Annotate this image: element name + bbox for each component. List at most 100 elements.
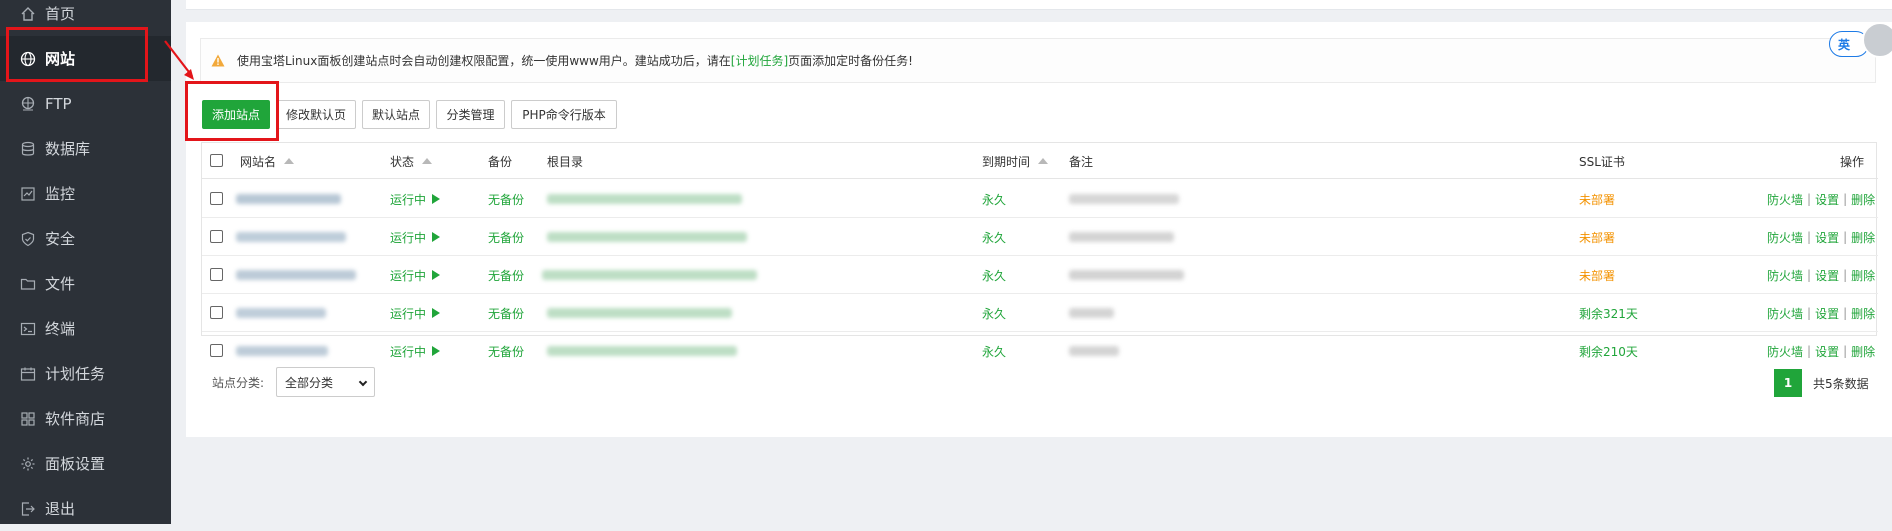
status-running[interactable]: 运行中: [390, 332, 441, 370]
header-expiry[interactable]: 到期时间: [982, 143, 1049, 179]
root-dir-link[interactable]: [547, 194, 742, 204]
root-dir-link[interactable]: [547, 308, 732, 318]
settings-link[interactable]: 设置: [1815, 343, 1839, 360]
expiry-value[interactable]: 永久: [982, 218, 1006, 256]
logout-icon: [21, 501, 35, 516]
highlight-box-website: [6, 27, 148, 82]
play-icon: [432, 194, 441, 204]
sidebar-item-label: 文件: [45, 275, 76, 293]
root-dir-link[interactable]: [547, 232, 747, 242]
site-name-link[interactable]: [236, 232, 346, 242]
category-select[interactable]: 全部分类: [276, 367, 375, 397]
backup-status[interactable]: 无备份: [488, 294, 524, 332]
expiry-value[interactable]: 永久: [982, 256, 1006, 294]
cron-task-link[interactable]: [计划任务]: [731, 52, 788, 69]
sidebar-item-monitor[interactable]: 监控: [0, 171, 171, 216]
category-manage-button[interactable]: 分类管理: [436, 100, 505, 129]
firewall-link[interactable]: 防火墙: [1767, 305, 1803, 322]
status-running[interactable]: 运行中: [390, 180, 441, 218]
page-button-current[interactable]: 1: [1774, 369, 1802, 397]
sidebar-item-cron[interactable]: 计划任务: [0, 351, 171, 396]
site-name-link[interactable]: [236, 194, 341, 204]
backup-status[interactable]: 无备份: [488, 256, 524, 294]
remark-value[interactable]: [1069, 270, 1184, 280]
table-row: 运行中 无备份 永久 剩余321天 防火墙 | 设置 | 删除: [202, 294, 1878, 332]
modify-default-page-button[interactable]: 修改默认页: [276, 100, 356, 129]
sort-icon: [284, 158, 295, 164]
row-checkbox[interactable]: [210, 306, 223, 319]
settings-link[interactable]: 设置: [1815, 267, 1839, 284]
sidebar-item-terminal[interactable]: 终端: [0, 306, 171, 351]
table-footer: 站点分类: 全部分类 1 共5条数据: [202, 367, 1878, 397]
ftp-icon: [21, 96, 35, 111]
status-running[interactable]: 运行中: [390, 294, 441, 332]
site-list-card: 使用宝塔Linux面板创建站点时会自动创建权限配置，统一使用www用户。建站成功…: [185, 22, 1892, 437]
avatar[interactable]: [1862, 22, 1892, 58]
calendar-icon: [20, 367, 36, 381]
ssl-status[interactable]: 未部署: [1579, 256, 1615, 294]
category-label: 站点分类:: [212, 375, 265, 390]
firewall-link[interactable]: 防火墙: [1767, 191, 1803, 208]
sidebar-item-ftp[interactable]: FTP: [0, 81, 171, 126]
row-actions: 防火墙 | 设置 | 删除: [1767, 229, 1876, 246]
php-cli-version-button[interactable]: PHP命令行版本: [511, 100, 617, 129]
site-name-link[interactable]: [236, 270, 356, 280]
row-checkbox[interactable]: [210, 344, 223, 357]
ssl-status[interactable]: 未部署: [1579, 180, 1615, 218]
backup-status[interactable]: 无备份: [488, 218, 524, 256]
expiry-value[interactable]: 永久: [982, 294, 1006, 332]
remark-value[interactable]: [1069, 308, 1114, 318]
root-dir-link[interactable]: [542, 270, 757, 280]
settings-link[interactable]: 设置: [1815, 229, 1839, 246]
sidebar-item-files[interactable]: 文件: [0, 261, 171, 306]
expiry-value[interactable]: 永久: [982, 180, 1006, 218]
header-status[interactable]: 状态: [390, 143, 433, 179]
sidebar-item-security[interactable]: 安全: [0, 216, 171, 261]
sidebar-item-panel-settings[interactable]: 面板设置: [0, 441, 171, 486]
delete-link[interactable]: 删除: [1851, 343, 1875, 360]
sidebar-item-app-store[interactable]: 软件商店: [0, 396, 171, 441]
settings-link[interactable]: 设置: [1815, 305, 1839, 322]
ssl-status[interactable]: 剩余321天: [1579, 294, 1638, 332]
status-running[interactable]: 运行中: [390, 218, 441, 256]
select-all-checkbox[interactable]: [210, 154, 223, 167]
ssl-status[interactable]: 未部署: [1579, 218, 1615, 256]
play-icon: [432, 346, 441, 356]
firewall-link[interactable]: 防火墙: [1767, 229, 1803, 246]
sidebar-item-label: 软件商店: [45, 410, 106, 428]
sidebar-item-logout[interactable]: 退出: [0, 486, 171, 531]
delete-link[interactable]: 删除: [1851, 191, 1875, 208]
row-checkbox[interactable]: [210, 230, 223, 243]
gear-icon: [21, 457, 35, 470]
firewall-link[interactable]: 防火墙: [1767, 267, 1803, 284]
delete-link[interactable]: 删除: [1851, 229, 1875, 246]
status-running[interactable]: 运行中: [390, 256, 441, 294]
annotation-arrow: [164, 40, 194, 80]
ssl-status[interactable]: 剩余210天: [1579, 332, 1638, 370]
site-name-link[interactable]: [236, 346, 328, 356]
settings-link[interactable]: 设置: [1815, 191, 1839, 208]
expiry-value[interactable]: 永久: [982, 332, 1006, 370]
default-site-button[interactable]: 默认站点: [362, 100, 430, 129]
backup-status[interactable]: 无备份: [488, 180, 524, 218]
remark-value[interactable]: [1069, 346, 1119, 356]
folder-icon: [20, 278, 36, 290]
firewall-link[interactable]: 防火墙: [1767, 343, 1803, 360]
remark-value[interactable]: [1069, 232, 1174, 242]
delete-link[interactable]: 删除: [1851, 305, 1875, 322]
row-checkbox[interactable]: [210, 192, 223, 205]
delete-link[interactable]: 删除: [1851, 267, 1875, 284]
notice-text: 使用宝塔Linux面板创建站点时会自动创建权限配置，统一使用www用户。建站成功…: [237, 54, 731, 68]
header-site-name[interactable]: 网站名: [240, 143, 295, 179]
backup-status[interactable]: 无备份: [488, 332, 524, 370]
sidebar-item-database[interactable]: 数据库: [0, 126, 171, 171]
header-root-dir: 根目录: [547, 154, 584, 169]
shield-icon: [21, 231, 35, 246]
category-select-value: 全部分类: [285, 375, 334, 390]
monitor-icon: [21, 186, 35, 201]
remark-value[interactable]: [1069, 194, 1179, 204]
site-name-link[interactable]: [236, 308, 326, 318]
sidebar-item-label: 终端: [45, 320, 76, 338]
root-dir-link[interactable]: [547, 346, 737, 356]
row-checkbox[interactable]: [210, 268, 223, 281]
